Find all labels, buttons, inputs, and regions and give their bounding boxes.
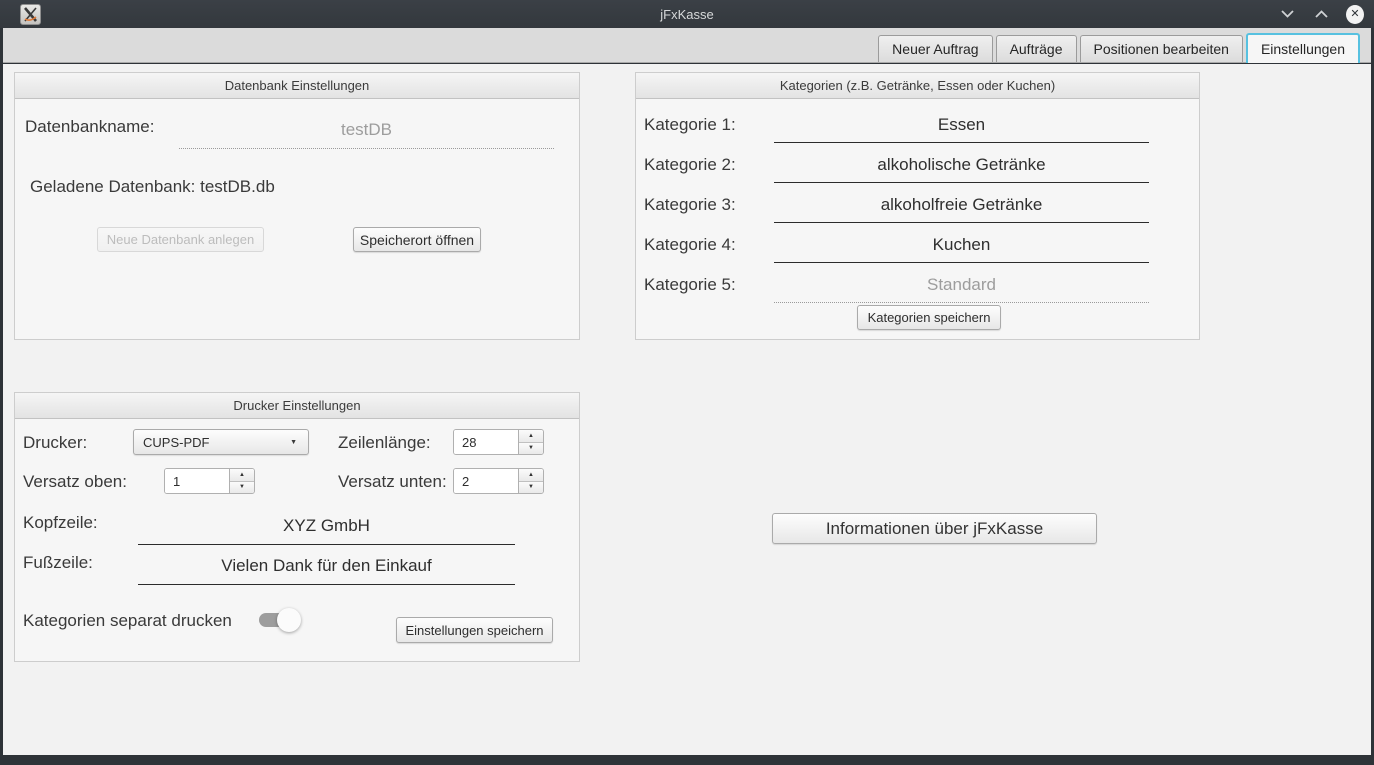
line-length-label: Zeilenlänge: bbox=[338, 433, 431, 453]
separate-categories-toggle[interactable] bbox=[257, 607, 301, 633]
spinner-down-icon[interactable]: ▼ bbox=[519, 482, 543, 494]
app-window: jFxKasse ✕ Neuer Auftrag Aufträge Positi… bbox=[0, 0, 1374, 765]
loaded-database-label: Geladene Datenbank: testDB.db bbox=[30, 177, 275, 197]
printer-settings-panel-title[interactable]: Drucker Einstellungen bbox=[15, 393, 579, 419]
category-1-input[interactable]: Essen bbox=[774, 107, 1149, 143]
offset-top-label: Versatz oben: bbox=[23, 472, 127, 492]
line-length-spinner[interactable]: 28 ▲ ▼ bbox=[453, 429, 544, 455]
chevron-up-icon bbox=[1315, 10, 1328, 18]
database-settings-panel: Datenbank Einstellungen Datenbankname: t… bbox=[14, 72, 580, 340]
about-jfxkasse-button[interactable]: Informationen über jFxKasse bbox=[772, 513, 1097, 544]
offset-top-value[interactable]: 1 bbox=[165, 469, 229, 493]
tab-einstellungen[interactable]: Einstellungen bbox=[1246, 33, 1360, 63]
category-1-label: Kategorie 1: bbox=[644, 115, 736, 135]
tab-label: Positionen bearbeiten bbox=[1094, 41, 1229, 57]
close-icon: ✕ bbox=[1346, 5, 1364, 24]
maximize-button[interactable] bbox=[1312, 5, 1330, 23]
line-length-value[interactable]: 28 bbox=[454, 430, 518, 454]
header-line-label: Kopfzeile: bbox=[23, 513, 98, 533]
save-settings-button[interactable]: Einstellungen speichern bbox=[396, 617, 553, 643]
tab-label: Aufträge bbox=[1010, 41, 1063, 57]
tab-positionen-bearbeiten[interactable]: Positionen bearbeiten bbox=[1080, 35, 1243, 62]
printer-settings-panel-body: Drucker: CUPS-PDF ▼ Zeilenlänge: 28 ▲ ▼ … bbox=[15, 419, 579, 660]
categories-panel-title[interactable]: Kategorien (z.B. Getränke, Essen oder Ku… bbox=[636, 73, 1199, 99]
spinner-up-icon[interactable]: ▲ bbox=[230, 469, 254, 482]
spinner-up-icon[interactable]: ▲ bbox=[519, 430, 543, 443]
spinner-arrows: ▲ ▼ bbox=[518, 469, 543, 493]
chevron-down-icon bbox=[1281, 10, 1294, 18]
database-name-label: Datenbankname: bbox=[25, 117, 154, 137]
header-line-input[interactable]: XYZ GmbH bbox=[138, 507, 515, 545]
tab-neuer-auftrag[interactable]: Neuer Auftrag bbox=[878, 35, 992, 62]
window-controls: ✕ bbox=[1278, 0, 1364, 28]
category-4-label: Kategorie 4: bbox=[644, 235, 736, 255]
category-3-label: Kategorie 3: bbox=[644, 195, 736, 215]
category-3-input[interactable]: alkoholfreie Getränke bbox=[774, 187, 1149, 223]
database-settings-panel-title[interactable]: Datenbank Einstellungen bbox=[15, 73, 579, 99]
open-location-button[interactable]: Speicherort öffnen bbox=[353, 227, 481, 252]
close-button[interactable]: ✕ bbox=[1346, 5, 1364, 23]
titlebar: jFxKasse ✕ bbox=[0, 0, 1374, 28]
category-4-input[interactable]: Kuchen bbox=[774, 227, 1149, 263]
printer-settings-panel: Drucker Einstellungen Drucker: CUPS-PDF … bbox=[14, 392, 580, 662]
app-icon bbox=[20, 4, 41, 25]
new-database-button[interactable]: Neue Datenbank anlegen bbox=[97, 227, 264, 252]
spinner-down-icon[interactable]: ▼ bbox=[230, 482, 254, 494]
spinner-arrows: ▲ ▼ bbox=[229, 469, 254, 493]
offset-bottom-spinner[interactable]: 2 ▲ ▼ bbox=[453, 468, 544, 494]
tab-auftraege[interactable]: Aufträge bbox=[996, 35, 1077, 62]
category-2-input[interactable]: alkoholische Getränke bbox=[774, 147, 1149, 183]
tab-bar: Neuer Auftrag Aufträge Positionen bearbe… bbox=[3, 28, 1371, 63]
category-5-input[interactable]: Standard bbox=[774, 267, 1149, 303]
categories-panel: Kategorien (z.B. Getränke, Essen oder Ku… bbox=[635, 72, 1200, 340]
tab-label: Einstellungen bbox=[1261, 41, 1345, 57]
category-5-label: Kategorie 5: bbox=[644, 275, 736, 295]
category-2-label: Kategorie 2: bbox=[644, 155, 736, 175]
window-title: jFxKasse bbox=[0, 7, 1374, 22]
database-name-input[interactable]: testDB bbox=[179, 111, 554, 149]
offset-bottom-label: Versatz unten: bbox=[338, 472, 447, 492]
footer-line-label: Fußzeile: bbox=[23, 553, 93, 573]
tab-label: Neuer Auftrag bbox=[892, 41, 978, 57]
save-categories-button[interactable]: Kategorien speichern bbox=[857, 305, 1001, 330]
separate-categories-toggle-label: Kategorien separat drucken bbox=[23, 611, 232, 631]
categories-panel-body: Kategorie 1: Essen Kategorie 2: alkoholi… bbox=[636, 99, 1199, 338]
toggle-knob bbox=[277, 608, 301, 632]
spinner-down-icon[interactable]: ▼ bbox=[519, 443, 543, 455]
minimize-button[interactable] bbox=[1278, 5, 1296, 23]
database-settings-panel-body: Datenbankname: testDB Geladene Datenbank… bbox=[15, 99, 579, 338]
offset-bottom-value[interactable]: 2 bbox=[454, 469, 518, 493]
printer-select-value: CUPS-PDF bbox=[143, 435, 209, 450]
printer-select[interactable]: CUPS-PDF ▼ bbox=[133, 429, 309, 455]
chevron-down-icon: ▼ bbox=[290, 439, 299, 446]
spinner-arrows: ▲ ▼ bbox=[518, 430, 543, 454]
printer-label: Drucker: bbox=[23, 433, 87, 453]
offset-top-spinner[interactable]: 1 ▲ ▼ bbox=[164, 468, 255, 494]
settings-tab-content: Datenbank Einstellungen Datenbankname: t… bbox=[3, 64, 1371, 755]
spinner-up-icon[interactable]: ▲ bbox=[519, 469, 543, 482]
footer-line-input[interactable]: Vielen Dank für den Einkauf bbox=[138, 547, 515, 585]
